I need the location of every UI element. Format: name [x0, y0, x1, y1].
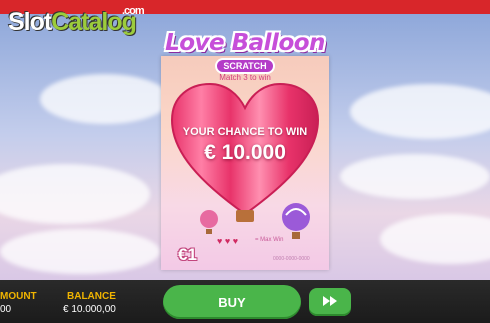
- chance-to-win-text: YOUR CHANCE TO WIN: [182, 126, 308, 138]
- game-logo: Love Balloon SCRATCH: [150, 30, 340, 74]
- ticket-number: 0000-0000-0000: [273, 256, 310, 262]
- game-subtitle: SCRATCH: [215, 58, 275, 74]
- max-win-label: = Max Win: [255, 237, 284, 243]
- balance-label: BALANCE: [67, 291, 116, 302]
- cloud: [340, 154, 490, 199]
- balance-value: € 10.000,00: [63, 304, 116, 315]
- cloud: [380, 214, 490, 264]
- fast-forward-icon: [323, 295, 337, 306]
- watermark-slot: Slot: [8, 8, 52, 36]
- match-instruction: Match 3 to win: [219, 73, 271, 82]
- cloud: [0, 229, 160, 274]
- max-prize-amount: € 10.000: [204, 141, 286, 164]
- cloud: [0, 164, 150, 224]
- watermark: SlotCatalog .com: [8, 5, 145, 37]
- fast-forward-button[interactable]: [309, 288, 351, 316]
- small-balloon-icon: [200, 210, 218, 234]
- amount-label: MOUNT: [0, 291, 37, 302]
- game-title: Love Balloon: [165, 30, 325, 56]
- watermark-suffix: .com: [122, 5, 145, 17]
- buy-button[interactable]: BUY: [163, 285, 301, 319]
- ticket-price: €1: [178, 245, 197, 264]
- hearts-symbols: ♥ ♥ ♥: [217, 236, 239, 246]
- cloud: [40, 74, 170, 124]
- amount-value: 00: [0, 304, 12, 315]
- cloud: [350, 84, 490, 139]
- purple-balloon-icon: [282, 203, 310, 239]
